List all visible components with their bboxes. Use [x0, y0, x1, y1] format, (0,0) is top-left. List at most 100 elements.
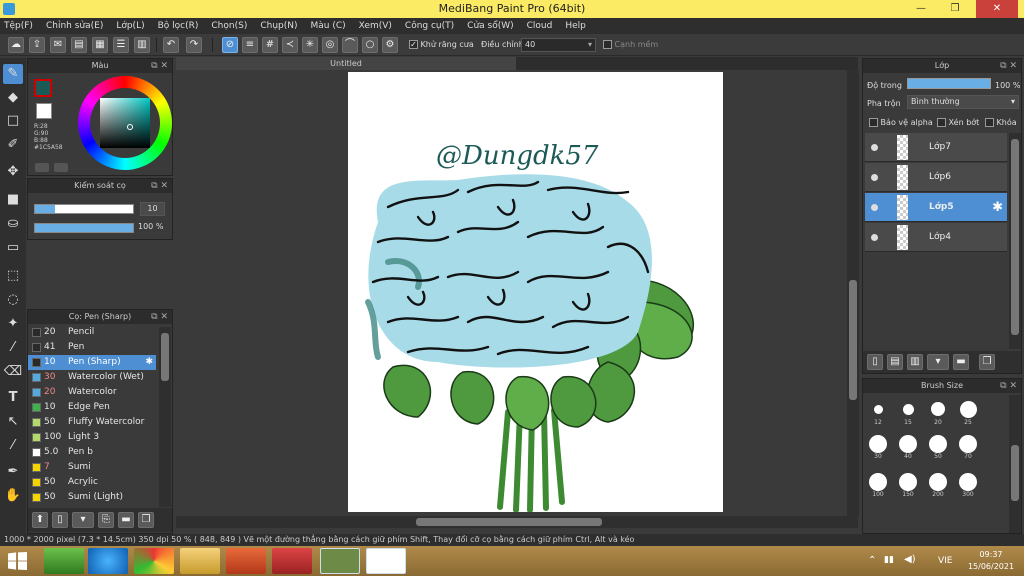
- new-layer-icon[interactable]: ▯: [867, 354, 883, 370]
- new-1bit-layer-icon[interactable]: ▥: [907, 354, 923, 370]
- eye-icon[interactable]: [871, 234, 878, 241]
- brush-item[interactable]: 10 Edge Pen: [28, 400, 156, 415]
- select-pen-icon[interactable]: ⁄: [3, 338, 23, 358]
- fill-rect-tool-icon[interactable]: ■: [3, 190, 23, 210]
- ie-icon[interactable]: [88, 548, 128, 574]
- curve-snap-icon[interactable]: ⌒: [342, 37, 358, 53]
- horizontal-scroll-thumb[interactable]: [416, 518, 602, 526]
- size-slider[interactable]: [34, 204, 134, 214]
- file-explorer-icon[interactable]: [180, 548, 220, 574]
- canvas-horizontal-scrollbar[interactable]: [176, 516, 858, 528]
- select-eraser-icon[interactable]: ⌫: [3, 362, 23, 382]
- brush-size-70[interactable]: 70: [955, 435, 981, 460]
- tray-chevron-icon[interactable]: ⌃: [868, 555, 876, 566]
- rect-tool-icon[interactable]: □: [3, 111, 23, 131]
- new-halftone-layer-icon[interactable]: ▤: [887, 354, 903, 370]
- brush-tool-icon[interactable]: ✎: [3, 64, 23, 84]
- brush-size-50[interactable]: 50: [925, 435, 951, 460]
- brush-item[interactable]: 7 Sumi: [28, 460, 156, 475]
- move-tool-icon[interactable]: ✥: [3, 162, 23, 182]
- network-icon[interactable]: ▮▮: [884, 555, 894, 565]
- brush-size-200[interactable]: 200: [925, 473, 951, 498]
- menu-tools[interactable]: Công cụ(T): [405, 21, 454, 31]
- brush-item[interactable]: 50 Fluffy Watercolor: [28, 415, 156, 430]
- document-tab[interactable]: Untitled: [176, 57, 516, 70]
- eye-icon[interactable]: [871, 144, 878, 151]
- canvas-paper[interactable]: @Dungdk57: [348, 72, 723, 513]
- foreground-color-swatch[interactable]: [34, 79, 52, 97]
- layer-row[interactable]: Lớp6: [865, 163, 1007, 192]
- layer-row[interactable]: Lớp4: [865, 223, 1007, 252]
- volume-icon[interactable]: ◀): [904, 554, 916, 565]
- lasso-tool-icon[interactable]: ◌: [3, 290, 23, 310]
- eyedropper-icon[interactable]: ✒: [3, 462, 23, 482]
- chrome-icon[interactable]: [134, 548, 174, 574]
- color-picker-handle[interactable]: [127, 124, 133, 130]
- scroll-thumb[interactable]: [161, 333, 169, 381]
- brush-size-100[interactable]: 100: [865, 473, 891, 498]
- hand-tool-icon[interactable]: ✋: [3, 486, 23, 506]
- vertical-scroll-thumb[interactable]: [849, 280, 857, 400]
- menu-view[interactable]: Xem(V): [359, 21, 392, 31]
- opacity-slider[interactable]: [34, 223, 134, 233]
- brush-size-20[interactable]: 20: [925, 401, 951, 426]
- soft-edge-checkbox[interactable]: [603, 40, 612, 49]
- brush-list-scrollbar[interactable]: [159, 327, 171, 507]
- clipping-option[interactable]: Xén bớt: [937, 118, 979, 127]
- radial-snap-icon[interactable]: ✳: [302, 37, 318, 53]
- app-icon-green[interactable]: [320, 548, 360, 574]
- folder-icon[interactable]: ▬: [118, 512, 134, 528]
- list-icon[interactable]: ☰: [113, 37, 129, 53]
- brush-size-30[interactable]: 30: [865, 435, 891, 460]
- color-mode-button-1[interactable]: [35, 163, 49, 172]
- cloud-icon[interactable]: ☁: [8, 37, 24, 53]
- layer-row[interactable]: Lớp7: [865, 133, 1007, 162]
- add-brush-menu-icon[interactable]: ▾: [72, 512, 94, 528]
- layer-opacity-slider[interactable]: [907, 78, 991, 89]
- menu-file[interactable]: Tệp(F): [4, 21, 33, 31]
- chat-icon[interactable]: ✉: [50, 37, 66, 53]
- language-indicator[interactable]: VIE: [938, 556, 953, 566]
- canvas-vertical-scrollbar[interactable]: [847, 70, 859, 516]
- add-layer-menu-icon[interactable]: ▾: [927, 354, 949, 370]
- menu-cloud[interactable]: Cloud: [527, 21, 553, 31]
- menu-window[interactable]: Cửa sổ(W): [467, 21, 513, 31]
- magic-wand-icon[interactable]: ✦: [3, 314, 23, 334]
- vanishing-snap-icon[interactable]: ≺: [282, 37, 298, 53]
- antialias-option[interactable]: ✓ Khử răng cưa: [409, 40, 474, 49]
- gear-icon[interactable]: ✱: [145, 355, 153, 370]
- menu-snap[interactable]: Chụp(N): [260, 21, 297, 31]
- brush-item[interactable]: 100 Light 3: [28, 430, 156, 445]
- new-brush-icon[interactable]: ▯: [52, 512, 68, 528]
- bucket-tool-icon[interactable]: ⛀: [3, 214, 23, 234]
- soft-edge-option[interactable]: Cạnh mềm: [603, 40, 658, 49]
- brush-size-25[interactable]: 25: [955, 401, 981, 426]
- cross-snap-icon[interactable]: #: [262, 37, 278, 53]
- restore-button[interactable]: ❐: [942, 0, 968, 18]
- menu-select[interactable]: Chọn(S): [211, 21, 247, 31]
- gradient-tool-icon[interactable]: ▭: [3, 238, 23, 258]
- cloud-brush-icon[interactable]: ⬆: [32, 512, 48, 528]
- operation-tool-icon[interactable]: ↖: [3, 412, 23, 432]
- scroll-thumb[interactable]: [1011, 445, 1019, 501]
- panel-close-icon[interactable]: ⧉ ✕: [1000, 379, 1017, 393]
- redo-icon[interactable]: ↷: [186, 37, 202, 53]
- gear-icon[interactable]: ✱: [992, 193, 1003, 222]
- grid-icon[interactable]: ▥: [134, 37, 150, 53]
- comment-icon[interactable]: ▤: [71, 37, 87, 53]
- select-tool-icon[interactable]: ⬚: [3, 266, 23, 286]
- bluestacks-icon[interactable]: [44, 548, 84, 574]
- minimize-button[interactable]: —: [908, 0, 934, 18]
- circle-snap-icon[interactable]: ◎: [322, 37, 338, 53]
- brush-item[interactable]: 50 Sumi (Light): [28, 490, 156, 505]
- layer-list-scrollbar[interactable]: [1009, 133, 1021, 349]
- brush-size-150[interactable]: 150: [895, 473, 921, 498]
- brush-item-selected[interactable]: 10 Pen (Sharp) ✱: [28, 355, 156, 370]
- panel-close-icon[interactable]: ⧉ ✕: [151, 310, 168, 324]
- brush-item[interactable]: 20 Pencil: [28, 325, 156, 340]
- size-value[interactable]: 10: [140, 202, 165, 216]
- color-mode-button-2[interactable]: [54, 163, 68, 172]
- layer-row-selected[interactable]: Lớp5 ✱: [865, 193, 1007, 222]
- antialias-checkbox[interactable]: ✓: [409, 40, 418, 49]
- close-button[interactable]: ✕: [976, 0, 1018, 18]
